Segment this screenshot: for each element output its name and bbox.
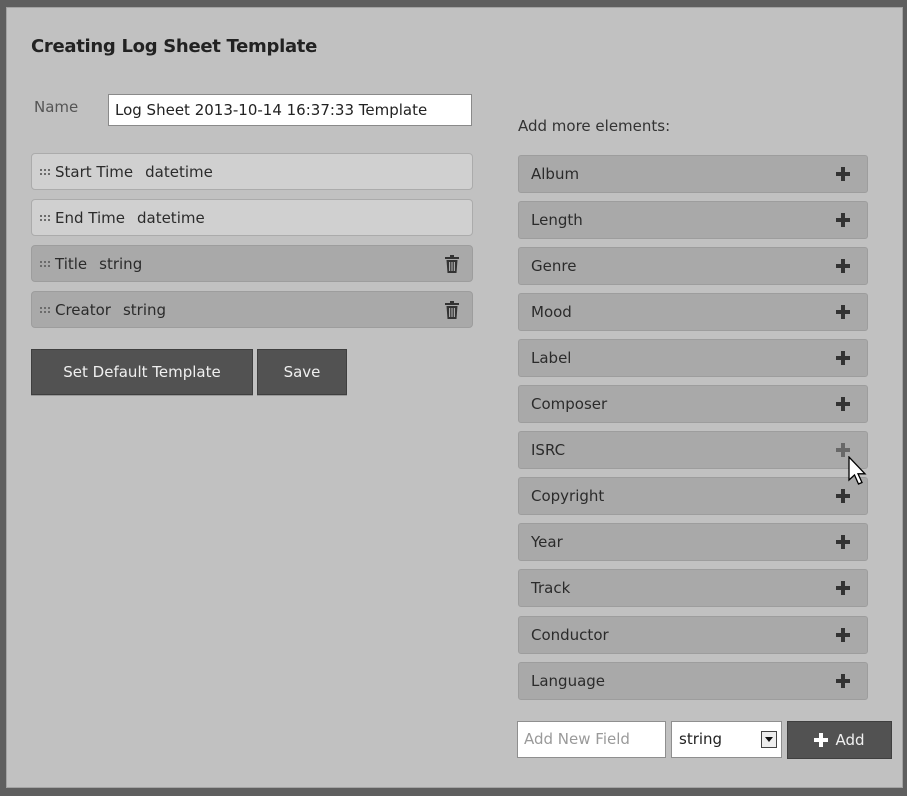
chevron-down-icon[interactable] bbox=[761, 731, 777, 748]
template-name-input[interactable]: Log Sheet 2013-10-14 16:37:33 Template bbox=[108, 94, 472, 126]
plus-icon[interactable] bbox=[836, 351, 850, 365]
element-year[interactable]: Year bbox=[518, 523, 868, 561]
trash-icon[interactable] bbox=[444, 255, 460, 273]
field-name: Creator bbox=[55, 300, 111, 319]
element-conductor[interactable]: Conductor bbox=[518, 616, 868, 654]
element-label: ISRC bbox=[531, 441, 566, 459]
element-label: Genre bbox=[531, 257, 577, 275]
field-type-select[interactable]: string bbox=[671, 721, 782, 758]
element-length[interactable]: Length bbox=[518, 201, 868, 239]
mouse-pointer-icon bbox=[848, 456, 867, 485]
element-language[interactable]: Language bbox=[518, 662, 868, 700]
element-mood[interactable]: Mood bbox=[518, 293, 868, 331]
field-type: datetime bbox=[136, 208, 205, 227]
element-album[interactable]: Album bbox=[518, 155, 868, 193]
field-row-end-time[interactable]: End Time datetime bbox=[31, 199, 473, 236]
element-label: Conductor bbox=[531, 626, 609, 644]
field-name: End Time bbox=[55, 208, 125, 227]
set-default-template-button[interactable]: Set Default Template bbox=[31, 349, 253, 395]
plus-icon[interactable] bbox=[836, 443, 850, 457]
new-field-input[interactable]: Add New Field bbox=[517, 721, 666, 758]
drag-handle-icon[interactable] bbox=[40, 306, 52, 313]
plus-icon[interactable] bbox=[836, 535, 850, 549]
element-label: Album bbox=[531, 165, 580, 183]
element-label: Composer bbox=[531, 395, 608, 413]
add-field-button[interactable]: Add bbox=[787, 721, 892, 759]
field-type: datetime bbox=[145, 162, 213, 181]
trash-icon[interactable] bbox=[444, 301, 460, 319]
element-label: Label bbox=[531, 349, 572, 367]
plus-icon[interactable] bbox=[836, 581, 850, 595]
element-label: Language bbox=[531, 672, 606, 690]
element-track[interactable]: Track bbox=[518, 569, 868, 607]
plus-icon[interactable] bbox=[836, 489, 850, 503]
field-row-start-time[interactable]: Start Time datetime bbox=[31, 153, 473, 190]
plus-icon[interactable] bbox=[836, 628, 850, 642]
field-type-selected: string bbox=[679, 730, 723, 748]
plus-icon[interactable] bbox=[836, 167, 850, 181]
drag-handle-icon[interactable] bbox=[40, 260, 52, 267]
plus-icon[interactable] bbox=[836, 259, 850, 273]
element-label: Mood bbox=[531, 303, 572, 321]
plus-icon[interactable] bbox=[836, 305, 850, 319]
element-label-row[interactable]: Label bbox=[518, 339, 868, 377]
element-label: Copyright bbox=[531, 487, 605, 505]
save-button[interactable]: Save bbox=[257, 349, 347, 395]
plus-icon[interactable] bbox=[836, 213, 850, 227]
element-isrc[interactable]: ISRC bbox=[518, 431, 868, 469]
field-type: string bbox=[99, 254, 143, 273]
element-label: Year bbox=[531, 533, 563, 551]
template-panel: Creating Log Sheet Template Name Log She… bbox=[6, 7, 903, 788]
field-type: string bbox=[122, 300, 167, 319]
field-name: Start Time bbox=[55, 162, 134, 181]
add-more-elements-label: Add more elements: bbox=[518, 117, 671, 135]
plus-icon bbox=[814, 733, 829, 747]
plus-icon[interactable] bbox=[836, 397, 850, 411]
element-label: Track bbox=[531, 579, 571, 597]
field-name: Title bbox=[55, 254, 88, 273]
element-composer[interactable]: Composer bbox=[518, 385, 868, 423]
drag-handle-icon[interactable] bbox=[40, 168, 52, 175]
field-row-title[interactable]: Title string bbox=[31, 245, 473, 282]
add-label: Add bbox=[835, 731, 865, 749]
element-label: Length bbox=[531, 211, 583, 229]
drag-handle-icon[interactable] bbox=[40, 214, 52, 221]
plus-icon[interactable] bbox=[836, 674, 850, 688]
element-copyright[interactable]: Copyright bbox=[518, 477, 868, 515]
name-label: Name bbox=[34, 98, 79, 116]
field-row-creator[interactable]: Creator string bbox=[31, 291, 473, 328]
panel-title: Creating Log Sheet Template bbox=[31, 36, 317, 57]
element-genre[interactable]: Genre bbox=[518, 247, 868, 285]
